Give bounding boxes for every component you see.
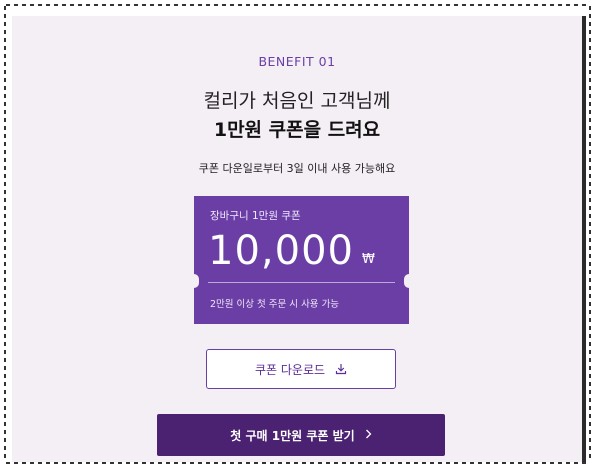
coupon-label: 장바구니 1만원 쿠폰 <box>210 210 301 222</box>
coupon-currency: ₩ <box>362 252 375 267</box>
coupon-notch-left <box>189 274 199 288</box>
benefit-title-line1: 컬리가 처음인 고객님께 <box>203 90 391 112</box>
frame-border-left <box>4 6 6 462</box>
chevron-right-icon <box>365 428 372 442</box>
coupon-amount: 10,000 <box>208 228 354 274</box>
coupon-condition: 2만원 이상 첫 주문 시 사용 가능 <box>210 299 340 310</box>
download-button-label: 쿠폰 다운로드 <box>254 362 326 377</box>
coupon-card: 장바구니 1만원 쿠폰 10,000 ₩ 2만원 이상 첫 주문 시 사용 가능 <box>189 196 414 324</box>
frame-border-top <box>6 4 589 6</box>
benefit-eyebrow: BENEFIT 01 <box>258 54 336 69</box>
frame-border-right <box>589 6 591 462</box>
first-purchase-coupon-button[interactable]: 첫 구매 1만원 쿠폰 받기 <box>157 414 445 456</box>
coupon-download-button[interactable]: 쿠폰 다운로드 <box>206 349 396 389</box>
coupon-divider <box>208 282 395 283</box>
benefit-panel: BENEFIT 01 컬리가 처음인 고객님께 1만원 쿠폰을 드려요 쿠폰 다… <box>12 16 586 462</box>
benefit-description: 쿠폰 다운일로부터 3일 이내 사용 가능해요 <box>198 162 396 175</box>
cta-button-label: 첫 구매 1만원 쿠폰 받기 <box>230 428 355 443</box>
frame-border-bottom <box>6 462 589 464</box>
coupon-notch-right <box>404 274 414 288</box>
download-icon <box>335 363 347 375</box>
benefit-title-line2: 1만원 쿠폰을 드려요 <box>213 119 381 141</box>
